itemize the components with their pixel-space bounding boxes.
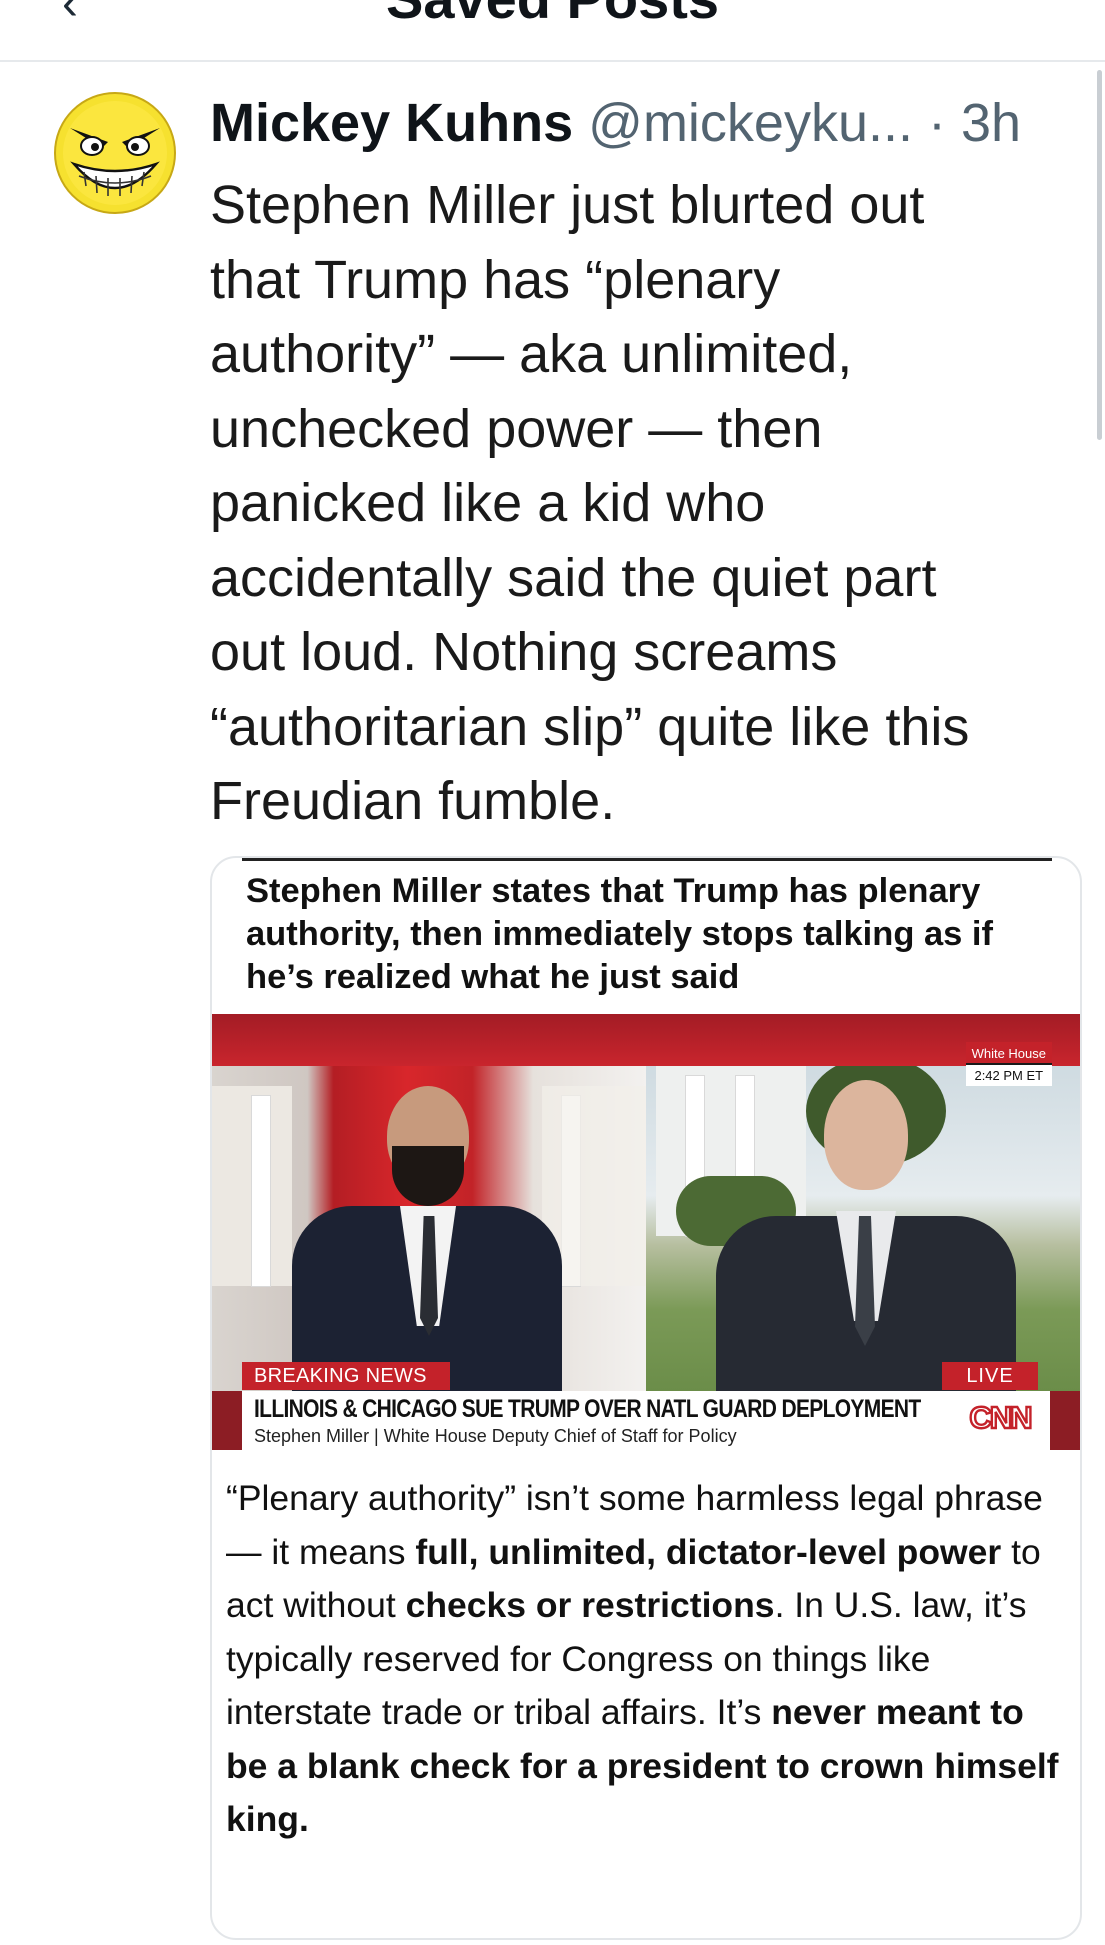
chyron: ILLINOIS & CHICAGO SUE TRUMP OVER NATL G… (242, 1391, 1050, 1450)
video-top-banner (212, 1014, 1080, 1066)
post-text-line: Freudian fumble. (210, 771, 616, 831)
avatar[interactable] (52, 90, 178, 216)
cnn-logo-icon: CNN (960, 1397, 1040, 1437)
breaking-news-label: BREAKING NEWS (242, 1362, 450, 1390)
post-text-line: “authoritarian slip” quite like this (210, 696, 970, 757)
clock-label: 2:42 PM ET (965, 1065, 1052, 1086)
post-text-line: panicked like a kid who (210, 473, 766, 533)
post-text-line: out loud. Nothing screams (210, 622, 838, 682)
explainer-segment-bold: checks or restrictions (405, 1585, 775, 1625)
post-time[interactable]: 3h (961, 93, 1021, 153)
news-video-frame[interactable]: White House 2:42 PM ET BREAKING NEWS LIV… (212, 1014, 1080, 1450)
top-bar: ‹ Saved Posts (0, 0, 1105, 62)
image-explainer-text: “Plenary authority” isn’t some harmless … (226, 1472, 1068, 1847)
post-text-line: unchecked power — then (210, 398, 823, 459)
post-text-line: authority” — aka unlimited, (210, 324, 853, 384)
svg-text:CNN: CNN (969, 1400, 1031, 1435)
attached-image-card[interactable]: Stephen Miller states that Trump has ple… (210, 856, 1082, 1940)
location-label: White House (965, 1042, 1052, 1063)
page-title: Saved Posts (0, 0, 1105, 31)
post-text-line: accidentally said the quiet part (210, 547, 937, 608)
chyron-subline: Stephen Miller | White House Deputy Chie… (254, 1426, 737, 1446)
chyron-headline: ILLINOIS & CHICAGO SUE TRUMP OVER NATL G… (254, 1395, 921, 1423)
post-text-line: that Trump has “plenary (210, 249, 781, 310)
separator-dot: · (928, 93, 946, 153)
live-badge: LIVE (942, 1362, 1038, 1390)
author-name[interactable]: Mickey Kuhns (210, 93, 573, 153)
location-time-badge: White House 2:42 PM ET (965, 1042, 1052, 1086)
post-text: Stephen Miller just blurted out that Tru… (210, 168, 1080, 839)
scrollbar[interactable] (1097, 70, 1102, 440)
guest-panel (646, 1066, 1080, 1391)
explainer-segment-bold: full, unlimited, dictator-level power (415, 1531, 1002, 1572)
image-caption: Stephen Miller states that Trump has ple… (246, 872, 994, 996)
post-text-line: Stephen Miller just blurted out (210, 175, 925, 235)
anchor-panel (212, 1066, 646, 1391)
author-handle[interactable]: @mickeyku... (588, 93, 913, 153)
post-header: Mickey Kuhns @mickeyku... · 3h (210, 90, 1090, 156)
card-divider (242, 858, 1052, 861)
